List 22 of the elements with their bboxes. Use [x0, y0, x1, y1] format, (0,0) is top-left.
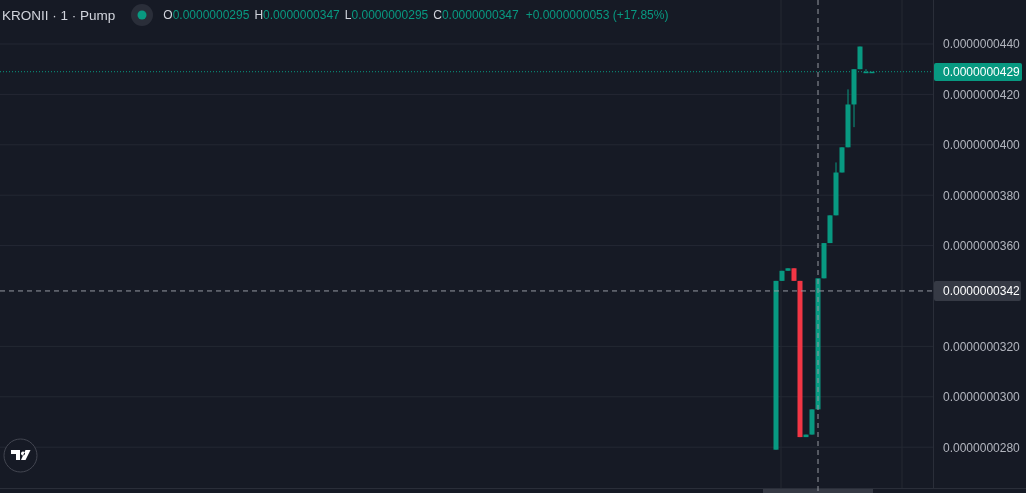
- ohlc-value: 0.0000000295: [351, 8, 429, 22]
- price-axis-label: 0.0000000300: [943, 390, 1020, 405]
- price-change: +0.0000000053 (+17.85%): [525, 8, 669, 22]
- ohlc-label: H: [254, 8, 264, 22]
- ohlc-label: O: [163, 8, 173, 22]
- price-axis-label: 0.0000000360: [943, 239, 1020, 254]
- price-axis-label: 0.0000000400: [943, 138, 1020, 153]
- price-axis-label: 0.0000000320: [943, 339, 1020, 354]
- logo-icon[interactable]: [3, 438, 38, 473]
- ohlc-value: 0.0000000295: [172, 8, 250, 22]
- ohlc-label: L: [344, 8, 352, 22]
- ohlc-value: 0.0000000347: [441, 8, 519, 22]
- status-dot-icon: [131, 4, 154, 26]
- price-axis-label: 0.0000000420: [943, 87, 1020, 102]
- symbol-title: KRONII · 1 · Pump: [2, 7, 116, 23]
- ohlc-label: C: [433, 8, 442, 22]
- scrollbar-thumb[interactable]: [763, 489, 873, 493]
- price-axis-label: 0.0000000440: [943, 37, 1020, 52]
- crosshair-price-tag: 0.0000000342: [934, 280, 1021, 301]
- price-axis-label: 0.0000000380: [943, 188, 1020, 203]
- ohlc-value: 0.0000000347: [263, 8, 340, 22]
- price-axis-label: 0.0000000280: [943, 440, 1020, 455]
